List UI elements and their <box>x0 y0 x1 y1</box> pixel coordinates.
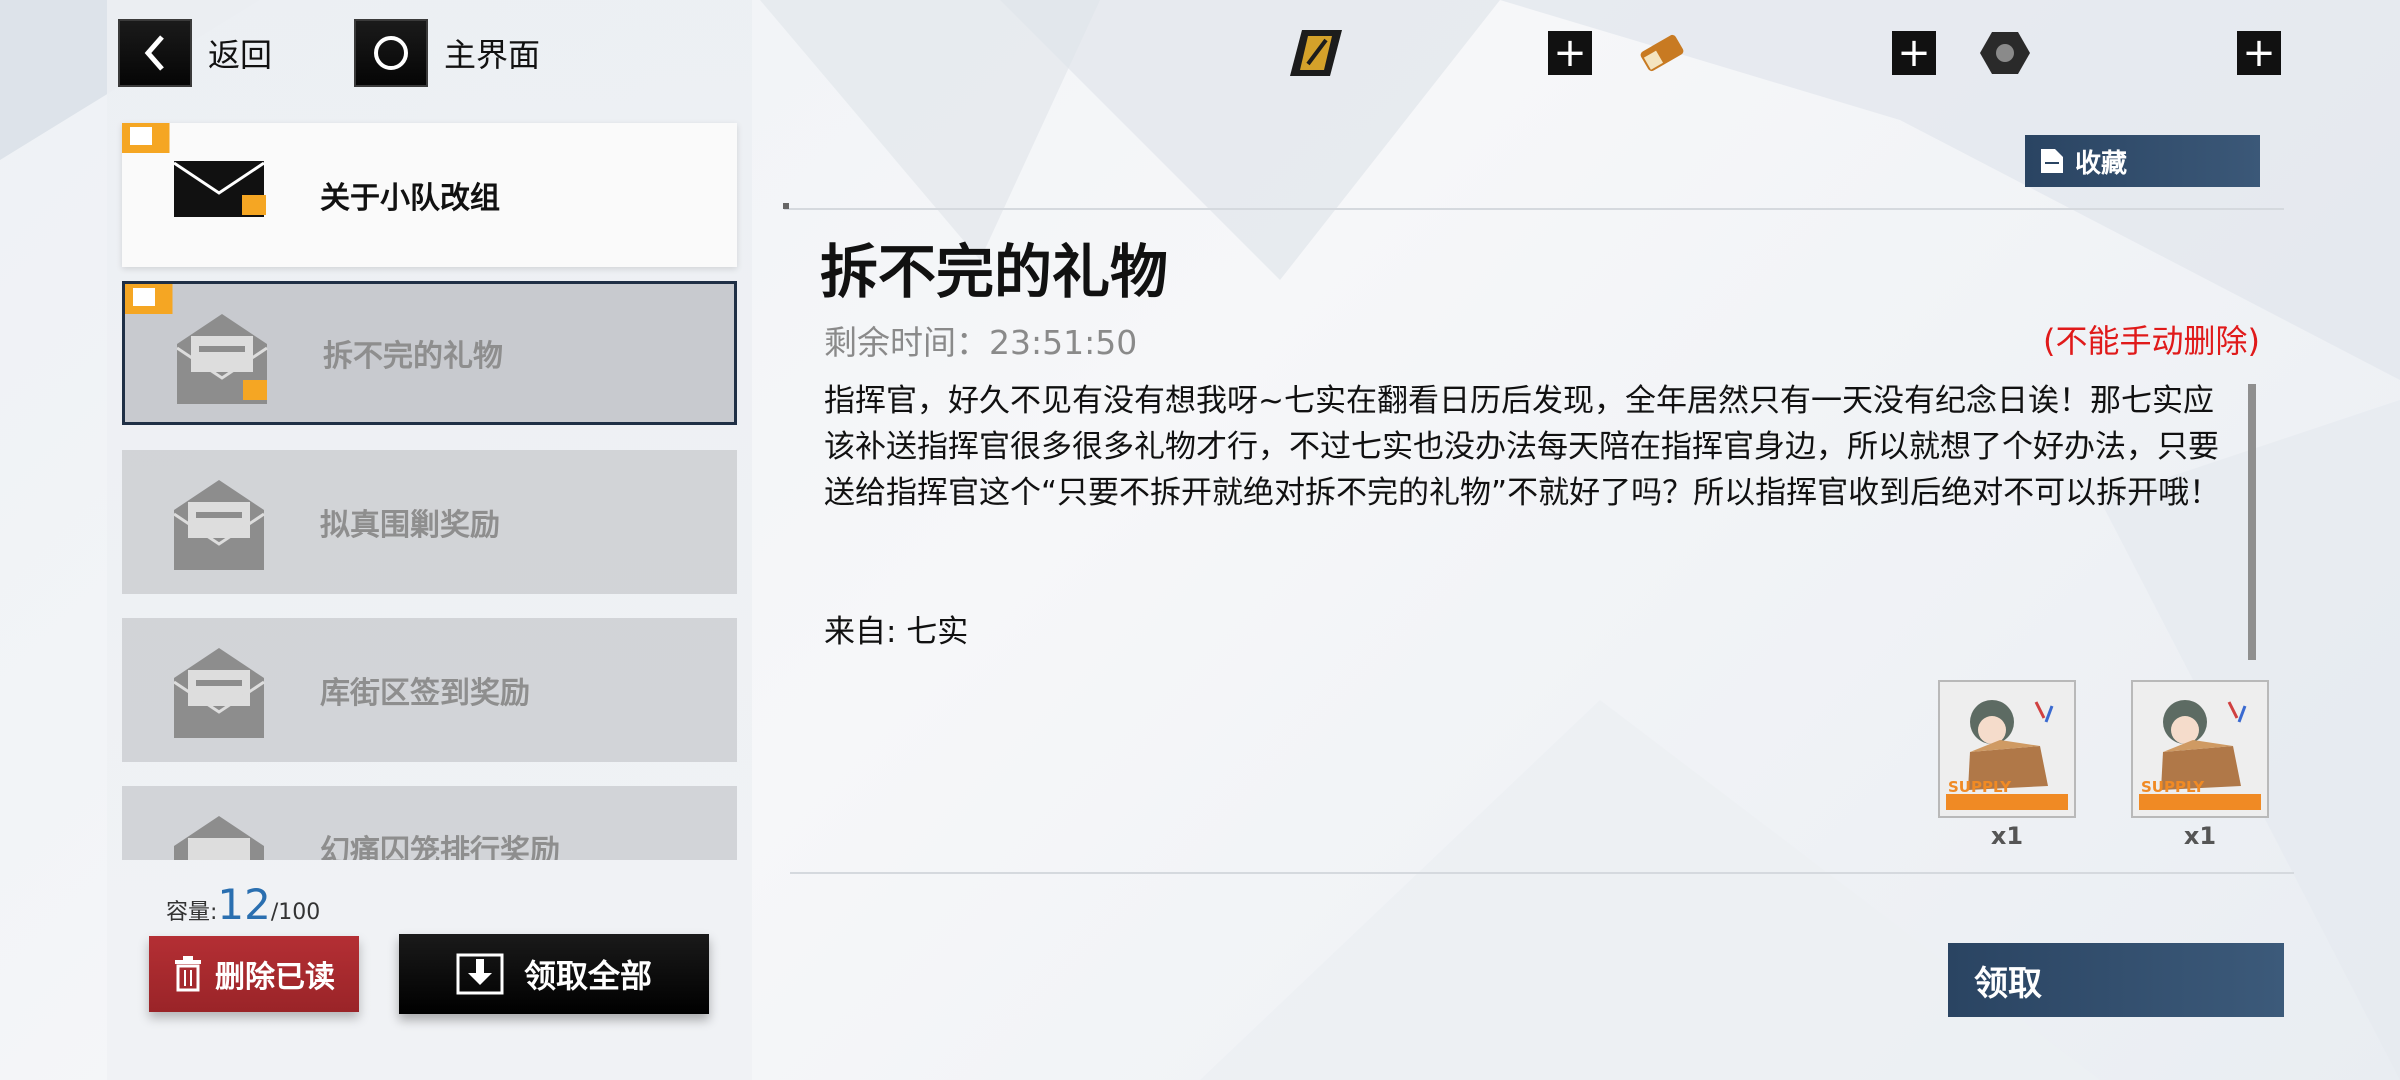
mail-title: 拆不完的礼物 <box>323 339 503 374</box>
mail-open-icon <box>177 314 268 404</box>
delete-read-label: 删除已读 <box>215 960 335 995</box>
mail-item-simulation-reward[interactable]: 拟真围剿奖励 <box>122 450 737 594</box>
mail-body: 指挥官，好久不见有没有想我呀~七实在翻看日历后发现，全年居然只有一天没有纪念日诶… <box>824 383 2221 511</box>
mail-capacity: 容量:12/100 <box>166 880 320 929</box>
reward-label: SUPPLY <box>2141 778 2205 796</box>
reward-count: x1 <box>2183 822 2217 850</box>
mail-title: 库街区签到奖励 <box>320 676 530 711</box>
reward-count: x1 <box>1990 822 2024 850</box>
divider-dot <box>783 203 789 209</box>
reward-item[interactable]: SUPPLY <box>1938 680 2076 818</box>
new-tag-icon <box>122 123 190 153</box>
bullet-icon <box>1640 34 1684 72</box>
new-tag-icon <box>125 284 193 314</box>
delete-read-button[interactable]: 删除已读 <box>149 936 359 1012</box>
mail-open-icon <box>174 816 264 860</box>
mail-title: 幻痛囚笼排行奖励 <box>320 834 560 860</box>
scrollbar[interactable] <box>2248 384 2256 660</box>
no-delete-warning: (不能手动删除) <box>2043 322 2260 360</box>
home-button[interactable]: 主界面 <box>354 19 540 87</box>
collect-label: 收藏 <box>2075 148 2128 179</box>
add-resource-button[interactable]: + <box>2237 31 2281 75</box>
home-circle-icon <box>354 19 428 87</box>
claim-button[interactable]: 领取 <box>1948 943 2284 1017</box>
gem-card-icon <box>1290 30 1342 76</box>
add-resource-button[interactable]: + <box>1548 31 1592 75</box>
claim-all-button[interactable]: 领取全部 <box>399 934 709 1014</box>
mail-open-icon <box>174 648 265 738</box>
back-arrow-icon <box>118 19 192 87</box>
mail-title: 关于小队改组 <box>320 181 500 216</box>
mail-open-icon <box>174 480 265 570</box>
claim-label: 领取 <box>1974 963 2042 1004</box>
claim-all-label: 领取全部 <box>523 957 652 995</box>
reward-label: SUPPLY <box>1948 778 2012 796</box>
mail-sender: 来自: 七实 <box>824 614 969 650</box>
trash-icon <box>175 956 201 992</box>
divider <box>790 872 2294 874</box>
home-label: 主界面 <box>444 36 541 74</box>
capacity-label: 容量: <box>166 900 218 925</box>
mail-title: 拟真围剿奖励 <box>320 508 500 543</box>
folder-icon <box>2041 149 2063 173</box>
add-resource-button[interactable]: + <box>1892 31 1936 75</box>
capacity-current: 12 <box>217 880 271 929</box>
back-button[interactable]: 返回 <box>118 19 272 87</box>
back-label: 返回 <box>208 36 273 74</box>
capacity-max: /100 <box>270 900 321 925</box>
mail-item-squad-reorg[interactable]: 关于小队改组 <box>122 123 737 267</box>
reward-item[interactable]: SUPPLY <box>2131 680 2269 818</box>
download-icon <box>456 953 504 995</box>
mail-item-checkin-reward[interactable]: 库街区签到奖励 <box>122 618 737 762</box>
mail-title-heading: 拆不完的礼物 <box>820 238 1169 306</box>
remaining-time: 剩余时间：23:51:50 <box>824 323 1138 362</box>
divider <box>784 208 2284 210</box>
mail-item-endless-gift[interactable]: 拆不完的礼物 <box>122 281 737 425</box>
collect-button[interactable]: 收藏 <box>2025 135 2260 187</box>
mail-item-phantom-cage-reward[interactable]: 幻痛囚笼排行奖励 <box>122 786 737 860</box>
nut-icon <box>1980 32 2030 74</box>
mail-closed-icon <box>174 161 266 217</box>
